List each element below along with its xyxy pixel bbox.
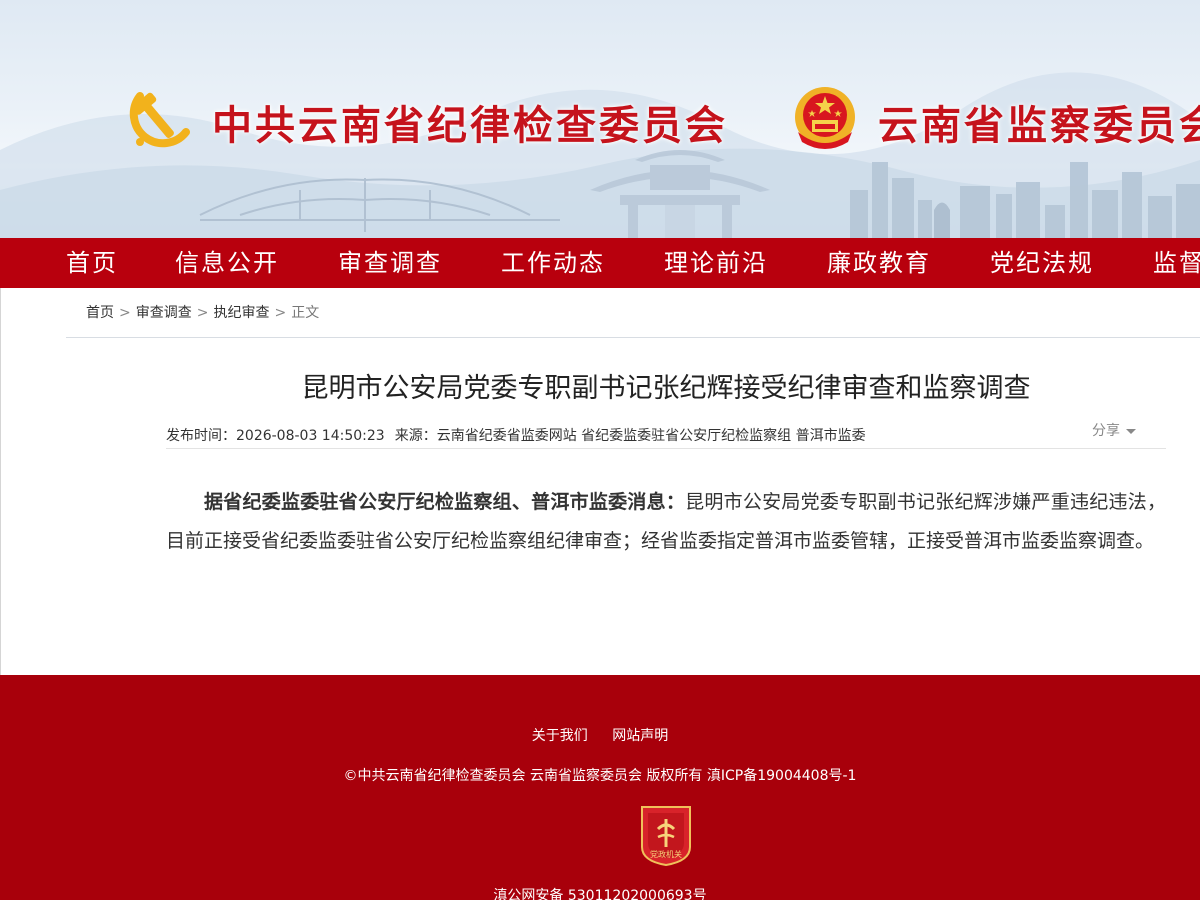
nav-item-work-news[interactable]: 工作动态	[501, 238, 605, 288]
site-footer: 关于我们 网站声明 ©中共云南省纪律检查委员会 云南省监察委员会 版权所有 滇I…	[0, 675, 1200, 900]
breadcrumb-divider	[66, 337, 1200, 338]
police-record-text: 滇公网安备 53011202000693号	[493, 888, 707, 900]
badge-text: 党政机关	[650, 849, 682, 859]
article-title: 昆明市公安局党委专职副书记张纪辉接受纪律审查和监察调查	[301, 373, 1031, 404]
article-meta: 发布时间：2026-08-03 14:50:23 来源：云南省纪委省监委网站 省纪…	[166, 425, 866, 445]
nav-item-party-regulations[interactable]: 党纪法规	[990, 238, 1094, 288]
main-nav: 首页 信息公开 审查调查 工作动态 理论前沿 廉政教育 党纪法规 监督	[0, 238, 1200, 288]
chevron-down-icon	[1126, 428, 1136, 434]
breadcrumb-investigation-link[interactable]: 审查调查	[136, 305, 192, 321]
share-button[interactable]: 分享	[1092, 420, 1136, 440]
breadcrumb-current: 正文	[291, 305, 320, 321]
breadcrumb-separator: >	[274, 305, 287, 321]
nav-item-integrity-education[interactable]: 廉政教育	[827, 238, 931, 288]
meta-divider	[166, 448, 1166, 449]
article-source: 云南省纪委省监委网站 省纪委监委驻省公安厅纪检监察组 普洱市监委	[436, 428, 866, 444]
national-emblem-icon	[795, 87, 855, 149]
nav-item-home[interactable]: 首页	[66, 238, 118, 288]
copyright-text: ©中共云南省纪律检查委员会 云南省监察委员会 版权所有 滇ICP备1900440…	[343, 768, 857, 784]
publish-time: 2026-08-03 14:50:23	[236, 428, 385, 444]
site-banner: 中共云南省纪律检查委员会 云南省监察委员会	[0, 0, 1200, 238]
about-us-link[interactable]: 关于我们	[532, 728, 588, 744]
site-title-left: 中共云南省纪律检查委员会	[212, 102, 728, 149]
nav-item-investigation[interactable]: 审查调查	[338, 238, 442, 288]
breadcrumb-discipline-review-link[interactable]: 执纪审查	[213, 305, 269, 321]
publish-time-label: 发布时间：	[166, 428, 236, 444]
site-statement-link[interactable]: 网站声明	[612, 728, 668, 744]
party-emblem-icon	[129, 92, 190, 148]
breadcrumb-home-link[interactable]: 首页	[86, 305, 114, 321]
breadcrumb: 首页 > 审查调查 > 执纪审查 > 正文	[86, 302, 319, 322]
breadcrumb-separator: >	[196, 305, 209, 321]
party-government-badge-icon[interactable]: 党政机关	[638, 803, 694, 867]
nav-item-info-disclosure[interactable]: 信息公开	[175, 238, 279, 288]
source-label: 来源：	[394, 428, 437, 444]
nav-item-theory[interactable]: 理论前沿	[664, 238, 768, 288]
site-title-right: 云南省监察委员会	[878, 102, 1200, 149]
footer-links: 关于我们 网站声明	[0, 725, 1200, 745]
article-body: 据省纪委监委驻省公安厅纪检监察组、普洱市监委消息：昆明市公安局党委专职副书记张纪…	[166, 483, 1166, 561]
article-lead: 据省纪委监委驻省公安厅纪检监察组、普洱市监委消息：	[204, 491, 686, 513]
content-area	[0, 288, 1200, 675]
nav-item-supervision[interactable]: 监督	[1153, 238, 1200, 288]
breadcrumb-separator: >	[119, 305, 131, 321]
share-label: 分享	[1092, 423, 1120, 439]
